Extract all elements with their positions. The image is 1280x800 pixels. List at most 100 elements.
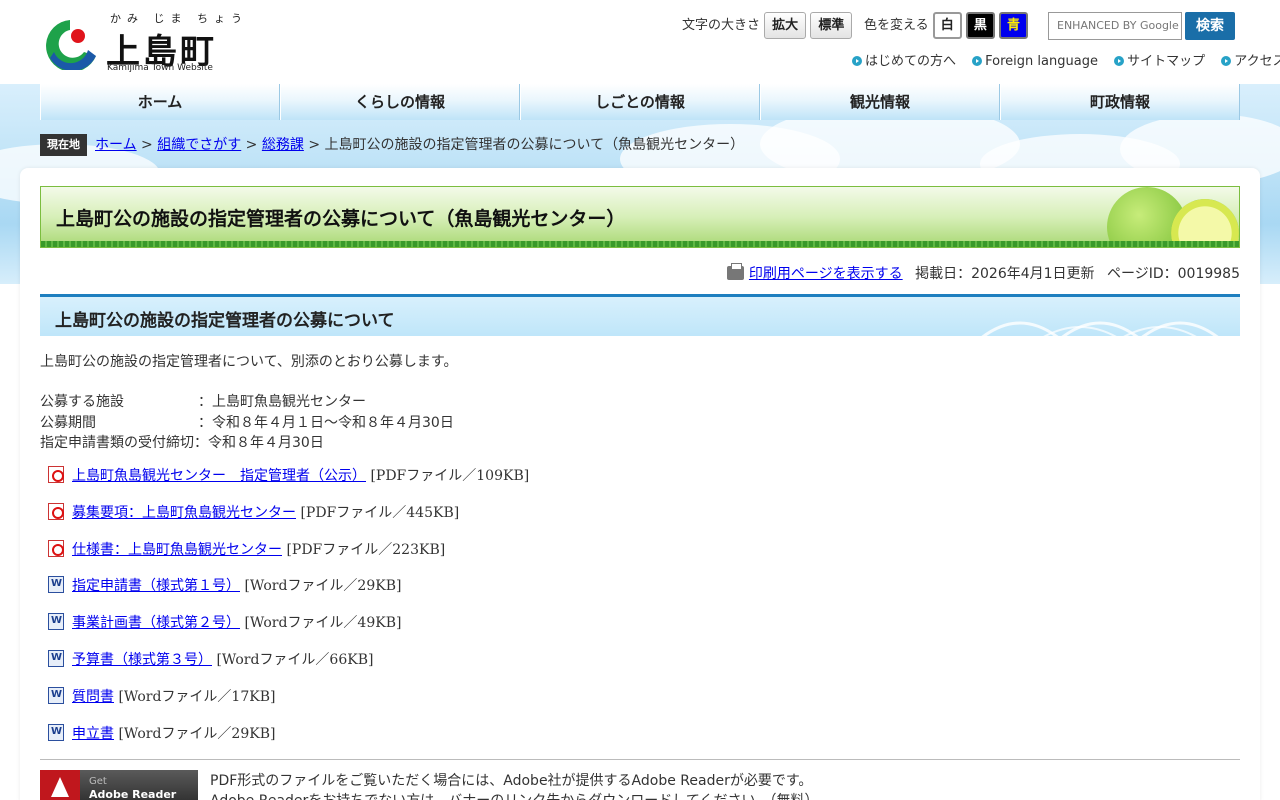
- search-button[interactable]: 検索: [1185, 12, 1235, 40]
- utility-links: はじめての方へ Foreign language サイトマップ アクセス: [852, 50, 1280, 69]
- adobe-note-line1: PDF形式のファイルをご覧いただく場合には、Adobe社が提供するAdobe R…: [210, 773, 813, 789]
- breadcrumb-general-affairs[interactable]: 総務課: [262, 137, 304, 153]
- breadcrumb-separator: >: [136, 137, 158, 153]
- attachment-link[interactable]: 申立書: [72, 726, 114, 742]
- attachment-link[interactable]: 指定申請書（様式第１号）: [72, 578, 240, 594]
- attachment-type: [Wordファイル／29KB]: [118, 725, 276, 742]
- nav-living[interactable]: くらしの情報: [280, 84, 520, 120]
- search-input[interactable]: ENHANCED BY Google: [1048, 12, 1182, 40]
- attachment-link[interactable]: 質問書: [72, 689, 114, 705]
- breadcrumb-separator: >: [303, 137, 325, 153]
- arrow-circle-icon: [1114, 56, 1125, 66]
- arrow-circle-icon: [1221, 56, 1232, 66]
- font-size-label: 文字の大きさ: [682, 18, 761, 33]
- attachment-item: 指定申請書（様式第１号） [Wordファイル／29KB]: [40, 576, 529, 613]
- attachment-item: 仕様書：上島町魚島観光センター [PDFファイル／223KB]: [40, 539, 529, 577]
- attachment-link[interactable]: 事業計画書（様式第２号）: [72, 615, 240, 631]
- adobe-note-line2: Adobe Readerをお持ちでない方は、バナーのリンク先からダウンロードして…: [210, 791, 818, 800]
- attachment-type: [Wordファイル／49KB]: [244, 615, 402, 632]
- attachment-item: 事業計画書（様式第２号） [Wordファイル／49KB]: [40, 613, 529, 650]
- word-file-icon: [48, 723, 64, 741]
- color-white-button[interactable]: 白: [932, 12, 962, 39]
- detail-label: 指定申請書類の受付締切: [40, 435, 194, 451]
- arrow-circle-icon: [852, 56, 862, 66]
- nav-tourism[interactable]: 観光情報: [760, 84, 1000, 120]
- pdf-file-icon: [48, 502, 64, 520]
- font-size-standard-button[interactable]: 標準: [810, 12, 853, 39]
- detail-value: ：令和８年４月１日〜令和８年４月30日: [198, 414, 454, 431]
- adobe-logo-icon: [40, 770, 80, 800]
- attachment-item: 予算書（様式第３号） [Wordファイル／66KB]: [40, 649, 529, 687]
- color-blue-button[interactable]: 青: [999, 12, 1029, 39]
- global-nav: ホーム くらしの情報 しごとの情報 観光情報 町政情報: [40, 84, 1240, 120]
- attachment-link[interactable]: 募集要項：上島町魚島観光センター: [72, 505, 296, 521]
- detail-label: 公募期間: [40, 414, 96, 431]
- font-size-large-button[interactable]: 拡大: [764, 12, 807, 39]
- detail-row: 公募する施設 ：上島町魚島観光センター: [40, 392, 454, 413]
- attachment-type: [PDFファイル／109KB]: [370, 468, 530, 484]
- adobe-banner-line1: Get: [89, 776, 107, 787]
- page-title-bar: 上島町公の施設の指定管理者の公募について（魚島観光センター）: [40, 186, 1240, 248]
- detail-value: ：上島町魚島観光センター: [198, 394, 366, 410]
- breadcrumb-label: 現在地: [40, 134, 87, 156]
- link-first-visitors[interactable]: はじめての方へ: [852, 54, 956, 69]
- adobe-note: PDF形式のファイルをご覧いただく場合には、Adobe社が提供するAdobe R…: [210, 771, 818, 800]
- color-black-button[interactable]: 黒: [965, 12, 995, 39]
- attachment-list: 上島町魚島観光センター 指定管理者（公示） [PDFファイル／109KB] 募集…: [40, 466, 529, 760]
- attachment-item: 申立書 [Wordファイル／29KB]: [40, 723, 529, 761]
- link-foreign-language[interactable]: Foreign language: [972, 54, 1098, 69]
- attachment-item: 上島町魚島観光センター 指定管理者（公示） [PDFファイル／109KB]: [40, 466, 529, 503]
- word-file-icon: [48, 649, 64, 667]
- breadcrumb: 現在地 ホーム > 組織でさがす > 総務課 > 上島町公の施設の指定管理者の公募…: [40, 134, 744, 156]
- attachment-type: [PDFファイル／445KB]: [300, 504, 460, 521]
- attachment-type: [Wordファイル／66KB]: [216, 651, 374, 668]
- wave-decoration-icon: [981, 321, 1219, 336]
- nav-home[interactable]: ホーム: [40, 84, 280, 120]
- font-size-controls: 文字の大きさ 拡大 標準: [682, 12, 853, 39]
- color-controls: 色を変える 白 黒 青: [864, 12, 1029, 39]
- detail-row: 指定申請書類の受付締切：令和８年４月30日: [40, 433, 454, 454]
- page-meta: 印刷用ページを表示する 掲載日：2026年4月1日更新 ページID：001998…: [726, 263, 1240, 283]
- word-file-icon: [48, 613, 64, 631]
- color-label: 色を変える: [864, 18, 929, 33]
- logo-subtitle: Kamijima Town Website: [107, 63, 213, 73]
- attachment-item: 質問書 [Wordファイル／17KB]: [40, 686, 529, 724]
- site-header: かみ じま ちょう 上島町 Kamijima Town Website 文字の大…: [0, 0, 1280, 84]
- printer-icon: [726, 263, 744, 280]
- breadcrumb-separator: >: [241, 137, 262, 153]
- intro-text: 上島町公の施設の指定管理者について、別添のとおり公募します。: [40, 354, 458, 370]
- link-access[interactable]: アクセス: [1221, 54, 1280, 69]
- attachment-type: [Wordファイル／29KB]: [244, 578, 402, 595]
- word-file-icon: [48, 686, 64, 704]
- adobe-banner-line2: Adobe Reader: [89, 788, 177, 800]
- attachment-link[interactable]: 上島町魚島観光センター 指定管理者（公示）: [72, 468, 366, 484]
- breadcrumb-home[interactable]: ホーム: [95, 137, 137, 153]
- breadcrumb-organization[interactable]: 組織でさがす: [157, 137, 241, 153]
- detail-label: 公募する施設: [40, 394, 124, 410]
- attachment-item: 募集要項：上島町魚島観光センター [PDFファイル／445KB]: [40, 502, 529, 540]
- nav-work[interactable]: しごとの情報: [520, 84, 760, 120]
- section-heading-text: 上島町公の施設の指定管理者の公募について: [55, 311, 395, 331]
- pdf-file-icon: [48, 466, 64, 483]
- breadcrumb-current: 上島町公の施設の指定管理者の公募について（魚島観光センター）: [324, 137, 745, 153]
- detail-value: ：令和８年４月30日: [194, 435, 324, 451]
- divider: [40, 759, 1240, 760]
- link-sitemap[interactable]: サイトマップ: [1114, 54, 1205, 69]
- pdf-file-icon: [48, 539, 64, 557]
- attachment-type: [Wordファイル／17KB]: [118, 688, 276, 705]
- detail-row: 公募期間 ：令和８年４月１日〜令和８年４月30日: [40, 413, 454, 434]
- site-logo[interactable]: かみ じま ちょう 上島町 Kamijima Town Website: [40, 10, 242, 74]
- attachment-link[interactable]: 予算書（様式第３号）: [72, 652, 212, 668]
- published-date: 掲載日：2026年4月1日更新: [915, 266, 1095, 282]
- details-list: 公募する施設 ：上島町魚島観光センター 公募期間 ：令和８年４月１日〜令和８年４月3…: [40, 392, 454, 454]
- section-heading: 上島町公の施設の指定管理者の公募について: [40, 294, 1240, 336]
- arrow-circle-icon: [972, 56, 983, 66]
- nav-town-government[interactable]: 町政情報: [1000, 84, 1240, 120]
- attachment-type: [PDFファイル／223KB]: [286, 541, 446, 558]
- town-emblem-icon: [46, 20, 96, 70]
- attachment-link[interactable]: 仕様書：上島町魚島観光センター: [72, 542, 282, 558]
- print-page-link[interactable]: 印刷用ページを表示する: [749, 266, 903, 282]
- adobe-reader-banner[interactable]: Get Adobe Reader: [40, 770, 198, 800]
- word-file-icon: [48, 576, 64, 594]
- page-title: 上島町公の施設の指定管理者の公募について（魚島観光センター）: [56, 208, 626, 230]
